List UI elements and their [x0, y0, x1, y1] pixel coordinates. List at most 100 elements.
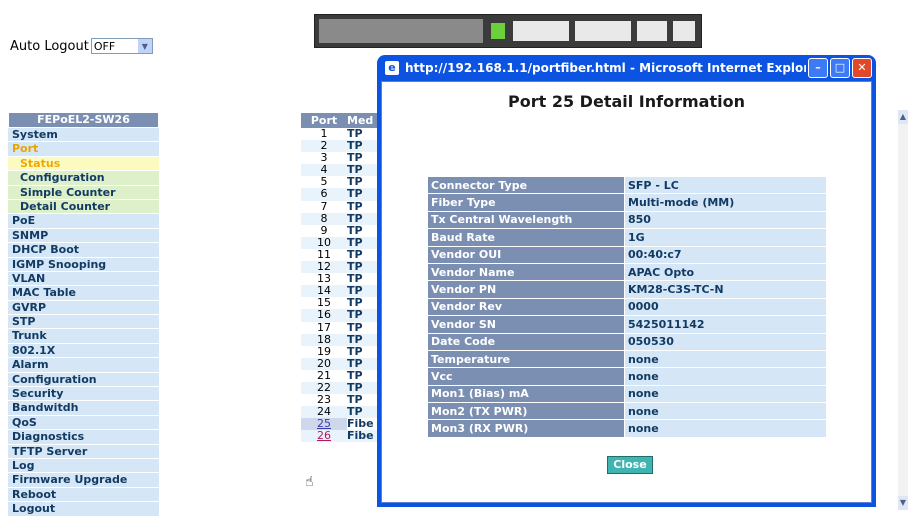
detail-value: 00:40:c7 [625, 246, 826, 263]
sidebar-item-qos[interactable]: QoS [8, 415, 159, 431]
table-row: Date Code 050530 [428, 333, 826, 350]
sidebar-item-bandwitdh[interactable]: Bandwitdh [8, 401, 159, 416]
detail-value: APAC Opto [625, 263, 826, 281]
sidebar-item-reboot[interactable]: Reboot [8, 487, 159, 503]
table-row[interactable]: 22 TP [301, 381, 381, 395]
sidebar-item-trunk[interactable]: Trunk [8, 329, 159, 344]
sidebar-item-gvrp[interactable]: GVRP [8, 300, 159, 316]
port-number[interactable]: 6 [301, 188, 347, 200]
sidebar-item-802-1x[interactable]: 802.1X [8, 343, 159, 359]
table-row[interactable]: 13 TP [301, 273, 381, 285]
sidebar-item-alarm[interactable]: Alarm [8, 358, 159, 373]
table-row[interactable]: 16 TP [301, 308, 381, 322]
switch-panel-image [314, 14, 702, 48]
sidebar-item-vlan[interactable]: VLAN [8, 271, 159, 287]
port-number[interactable]: 19 [301, 345, 347, 358]
detail-value: none [625, 420, 826, 437]
detail-value: Multi-mode (MM) [625, 194, 826, 211]
table-row[interactable]: 20 TP [301, 357, 381, 370]
scroll-up-icon[interactable]: ▲ [898, 110, 908, 124]
sidebar-item-mac-table[interactable]: MAC Table [8, 286, 159, 301]
sidebar-item-snmp[interactable]: SNMP [8, 228, 159, 244]
table-row: Vendor SN 5425011142 [428, 316, 826, 333]
sidebar-item-configuration[interactable]: Configuration [8, 372, 159, 388]
close-window-button[interactable]: ✕ [852, 58, 872, 78]
port-number[interactable]: 26 [301, 430, 347, 442]
popup-content: Port 25 Detail Information Connector Typ… [381, 81, 872, 503]
table-row[interactable]: 4 TP [301, 164, 381, 177]
table-row[interactable]: 11 TP [301, 248, 381, 261]
table-row[interactable]: 23 TP [301, 393, 381, 406]
port-number[interactable]: 17 [301, 321, 347, 334]
port-group-3 [637, 21, 667, 41]
detail-key: Mon3 (RX PWR) [428, 420, 624, 437]
sidebar-item-dhcp-boot[interactable]: DHCP Boot [8, 243, 159, 258]
sidebar-item-configuration[interactable]: Configuration [8, 171, 159, 186]
table-row[interactable]: 19 TP [301, 344, 381, 358]
port-group-1 [513, 21, 569, 41]
sidebar-item-igmp-snooping[interactable]: IGMP Snooping [8, 257, 159, 272]
sidebar-item-detail-counter[interactable]: Detail Counter [8, 199, 159, 215]
table-row[interactable]: 26 Fibe [301, 430, 381, 443]
popup-titlebar[interactable]: e http://192.168.1.1/portfiber.html - Mi… [381, 55, 872, 81]
sidebar-item-system[interactable]: System [8, 128, 159, 143]
port-number[interactable]: 8 [301, 212, 347, 225]
table-row[interactable]: 5 TP [301, 176, 381, 188]
table-row[interactable]: 7 TP [301, 200, 381, 213]
table-row[interactable]: 18 TP [301, 333, 381, 346]
sidebar-item-status[interactable]: Status [8, 156, 159, 172]
sidebar-item-diagnostics[interactable]: Diagnostics [8, 430, 159, 445]
table-row[interactable]: 21 TP [301, 369, 381, 382]
table-row[interactable]: 3 TP [301, 152, 381, 164]
detail-key: Vendor OUI [428, 246, 624, 263]
table-row: Connector Type SFP - LC [428, 177, 826, 194]
detail-value: 1G [625, 229, 826, 246]
close-button[interactable]: Close [607, 456, 653, 474]
scroll-down-icon[interactable]: ▼ [898, 496, 908, 510]
port-led-green [491, 23, 505, 39]
minimize-button[interactable]: – [808, 58, 828, 78]
auto-logout-label: Auto Logout [10, 38, 89, 54]
maximize-button[interactable]: □ [830, 58, 850, 78]
sidebar-item-stp[interactable]: STP [8, 315, 159, 330]
sidebar-item-simple-counter[interactable]: Simple Counter [8, 185, 159, 200]
detail-value: none [625, 403, 826, 420]
table-row[interactable]: 14 TP [301, 285, 381, 298]
chevron-down-icon[interactable]: ▼ [137, 39, 152, 53]
table-row[interactable]: 8 TP [301, 212, 381, 225]
detail-key: Fiber Type [428, 194, 624, 211]
page-scrollbar[interactable]: ▲ ▼ [898, 110, 908, 510]
port-number[interactable]: 18 [301, 333, 347, 346]
table-row[interactable]: 15 TP [301, 297, 381, 309]
sidebar-item-logout[interactable]: Logout [8, 502, 159, 517]
table-row: Mon2 (TX PWR) none [428, 403, 826, 420]
auto-logout-select[interactable]: OFF ▼ [90, 38, 153, 54]
table-row[interactable]: 1 TP [301, 127, 381, 140]
sidebar-item-tftp-server[interactable]: TFTP Server [8, 444, 159, 459]
sidebar-item-log[interactable]: Log [8, 458, 159, 474]
switch-label-panel [319, 19, 483, 43]
table-row[interactable]: 12 TP [301, 260, 381, 274]
sidebar-item-poe[interactable]: PoE [8, 214, 159, 229]
table-row[interactable]: 17 TP [301, 321, 381, 334]
port-number[interactable]: 16 [301, 309, 347, 321]
port-number[interactable]: 7 [301, 200, 347, 213]
table-row[interactable]: 9 TP [301, 224, 381, 237]
table-row[interactable]: 6 TP [301, 188, 381, 201]
port-media: TP [347, 344, 363, 358]
detail-key: Mon1 (Bias) mA [428, 385, 624, 403]
table-row: Vendor Rev 0000 [428, 298, 826, 316]
col-port-no: Port No [310, 114, 338, 142]
detail-key: Date Code [428, 333, 624, 350]
detail-key: Connector Type [428, 177, 624, 194]
sidebar-menu: FEPoEL2-SW26 System Port Status Configurati… [8, 112, 159, 517]
detail-value: KM28-C3S-TC-N [625, 281, 826, 298]
sidebar-item-port[interactable]: Port [8, 142, 159, 157]
table-row[interactable]: 2 TP [301, 139, 381, 153]
sidebar-item-firmware-upgrade[interactable]: Firmware Upgrade [8, 473, 159, 488]
auto-logout: Auto Logout OFF ▼ [10, 38, 153, 54]
detail-value: 050530 [625, 333, 826, 350]
table-row[interactable]: 10 TP [301, 236, 381, 249]
port-media: TP [347, 308, 363, 322]
sidebar-item-security[interactable]: Security [8, 387, 159, 402]
